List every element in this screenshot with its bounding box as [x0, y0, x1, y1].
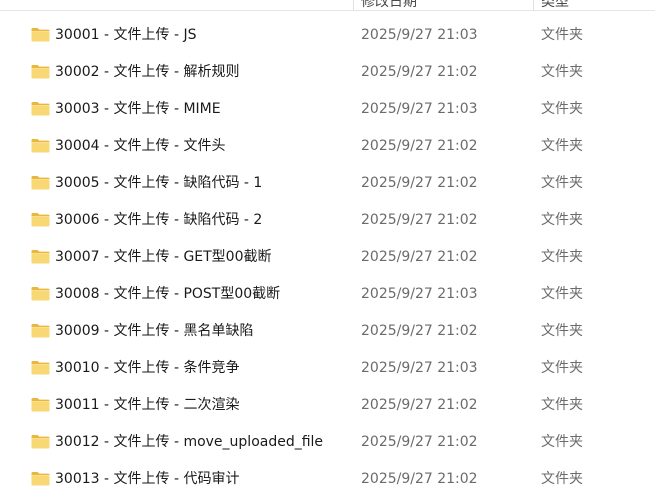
list-item[interactable]: 30012 - 文件上传 - move_uploaded_file 2025/9/… [0, 424, 655, 461]
item-type: 文件夹 [541, 323, 583, 339]
item-name[interactable]: 30007 - 文件上传 - GET型00截断 [55, 248, 272, 266]
file-list: 30001 - 文件上传 - JS 2025/9/27 21:03 文件夹 30002… [0, 17, 655, 498]
item-type: 文件夹 [541, 397, 583, 413]
item-modified-date: 2025/9/27 21:02 [361, 249, 478, 265]
column-divider[interactable] [353, 0, 354, 10]
folder-icon [31, 175, 50, 190]
item-modified-date: 2025/9/27 21:02 [361, 397, 478, 413]
item-name[interactable]: 30006 - 文件上传 - 缺陷代码 - 2 [55, 211, 262, 229]
column-header: 修改日期 类型 [0, 0, 655, 11]
item-type: 文件夹 [541, 175, 583, 191]
item-type: 文件夹 [541, 434, 583, 450]
item-modified-date: 2025/9/27 21:03 [361, 360, 478, 376]
item-name[interactable]: 30002 - 文件上传 - 解析规则 [55, 63, 239, 81]
list-item[interactable]: 30005 - 文件上传 - 缺陷代码 - 1 2025/9/27 21:02 文件… [0, 165, 655, 202]
folder-icon [31, 397, 50, 412]
item-name[interactable]: 30011 - 文件上传 - 二次渲染 [55, 396, 239, 414]
folder-icon [31, 64, 50, 79]
item-modified-date: 2025/9/27 21:02 [361, 323, 478, 339]
item-type: 文件夹 [541, 360, 583, 376]
column-header-type[interactable]: 类型 [541, 0, 569, 10]
item-name[interactable]: 30012 - 文件上传 - move_uploaded_file [55, 433, 323, 451]
item-name[interactable]: 30005 - 文件上传 - 缺陷代码 - 1 [55, 174, 262, 192]
item-modified-date: 2025/9/27 21:02 [361, 434, 478, 450]
item-type: 文件夹 [541, 27, 583, 43]
folder-icon [31, 434, 50, 449]
item-modified-date: 2025/9/27 21:03 [361, 27, 478, 43]
folder-icon [31, 138, 50, 153]
list-item[interactable]: 30001 - 文件上传 - JS 2025/9/27 21:03 文件夹 [0, 17, 655, 54]
column-header-date[interactable]: 修改日期 [361, 0, 417, 10]
folder-icon [31, 101, 50, 116]
item-modified-date: 2025/9/27 21:03 [361, 286, 478, 302]
folder-icon [31, 323, 50, 338]
list-item[interactable]: 30009 - 文件上传 - 黑名单缺陷 2025/9/27 21:02 文件夹 [0, 313, 655, 350]
list-item[interactable]: 30006 - 文件上传 - 缺陷代码 - 2 2025/9/27 21:02 文件… [0, 202, 655, 239]
list-item[interactable]: 30011 - 文件上传 - 二次渲染 2025/9/27 21:02 文件夹 [0, 387, 655, 424]
item-type: 文件夹 [541, 101, 583, 117]
folder-icon [31, 286, 50, 301]
item-modified-date: 2025/9/27 21:02 [361, 471, 478, 487]
item-modified-date: 2025/9/27 21:02 [361, 175, 478, 191]
list-item[interactable]: 30004 - 文件上传 - 文件头 2025/9/27 21:02 文件夹 [0, 128, 655, 165]
item-type: 文件夹 [541, 249, 583, 265]
item-modified-date: 2025/9/27 21:02 [361, 212, 478, 228]
item-type: 文件夹 [541, 471, 583, 487]
list-item[interactable]: 30010 - 文件上传 - 条件竞争 2025/9/27 21:03 文件夹 [0, 350, 655, 387]
item-name[interactable]: 30010 - 文件上传 - 条件竞争 [55, 359, 239, 377]
list-item[interactable]: 30003 - 文件上传 - MIME 2025/9/27 21:03 文件夹 [0, 91, 655, 128]
folder-icon [31, 212, 50, 227]
column-divider[interactable] [533, 0, 534, 10]
item-type: 文件夹 [541, 138, 583, 154]
item-type: 文件夹 [541, 212, 583, 228]
item-name[interactable]: 30008 - 文件上传 - POST型00截断 [55, 285, 280, 303]
item-modified-date: 2025/9/27 21:03 [361, 101, 478, 117]
item-type: 文件夹 [541, 286, 583, 302]
item-name[interactable]: 30009 - 文件上传 - 黑名单缺陷 [55, 322, 253, 340]
item-modified-date: 2025/9/27 21:02 [361, 64, 478, 80]
list-item[interactable]: 30002 - 文件上传 - 解析规则 2025/9/27 21:02 文件夹 [0, 54, 655, 91]
folder-icon [31, 249, 50, 264]
list-item[interactable]: 30007 - 文件上传 - GET型00截断 2025/9/27 21:02 文件… [0, 239, 655, 276]
item-name[interactable]: 30003 - 文件上传 - MIME [55, 100, 221, 118]
item-name[interactable]: 30004 - 文件上传 - 文件头 [55, 137, 225, 155]
folder-icon [31, 471, 50, 486]
item-type: 文件夹 [541, 64, 583, 80]
item-name[interactable]: 30001 - 文件上传 - JS [55, 26, 196, 44]
folder-icon [31, 27, 50, 42]
list-item[interactable]: 30013 - 文件上传 - 代码审计 2025/9/27 21:02 文件夹 [0, 461, 655, 498]
item-name[interactable]: 30013 - 文件上传 - 代码审计 [55, 470, 239, 488]
list-item[interactable]: 30008 - 文件上传 - POST型00截断 2025/9/27 21:03 文… [0, 276, 655, 313]
folder-icon [31, 360, 50, 375]
item-modified-date: 2025/9/27 21:02 [361, 138, 478, 154]
